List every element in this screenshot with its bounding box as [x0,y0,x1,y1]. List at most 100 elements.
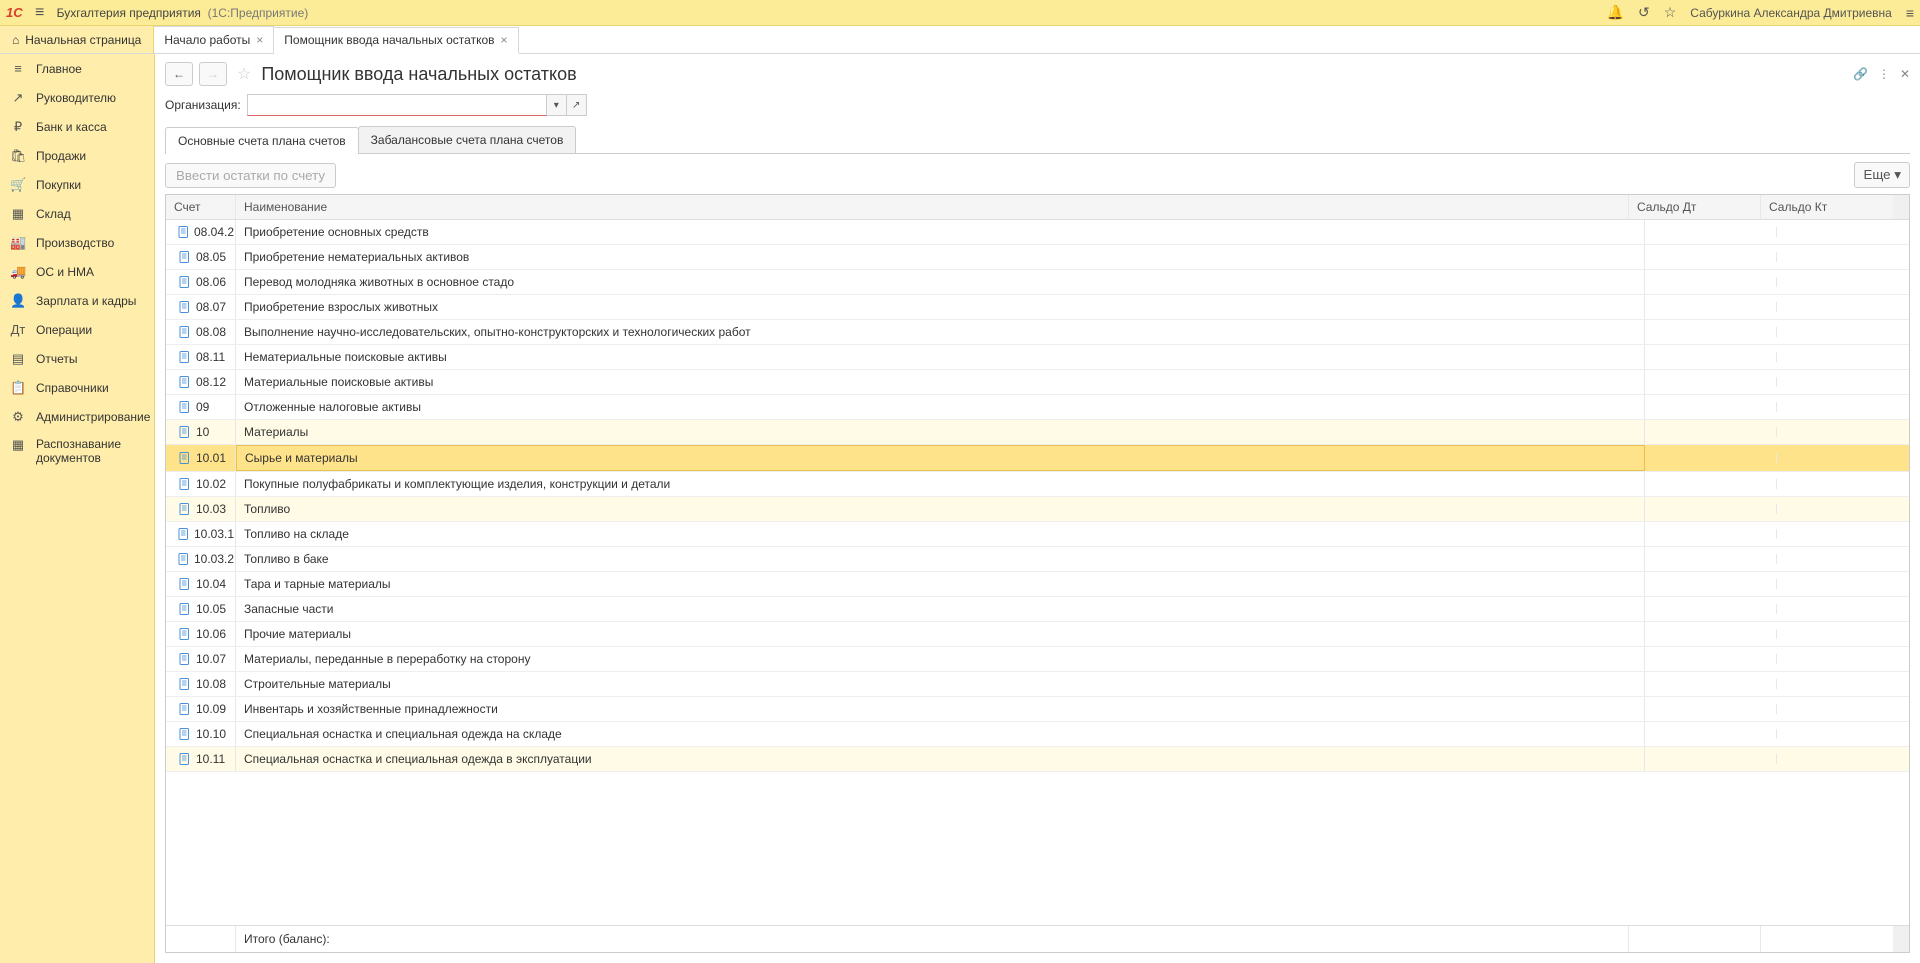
table-row[interactable]: 10.05Запасные части [166,597,1909,622]
table-row[interactable]: 10.06Прочие материалы [166,622,1909,647]
table-row[interactable]: 08.08Выполнение научно-исследовательских… [166,320,1909,345]
cell-saldo-dt [1645,579,1777,589]
sidebar-item-2[interactable]: ₽Банк и касса [0,112,154,141]
table-row[interactable]: 08.07Приобретение взрослых животных [166,295,1909,320]
cell-name: Прочие материалы [236,622,1645,646]
table-row[interactable]: 10.03.2Топливо в баке [166,547,1909,572]
document-icon [178,652,192,666]
cell-saldo-kt [1777,579,1909,589]
table-row[interactable]: 10.08Строительные материалы [166,672,1909,697]
sidebar-item-0[interactable]: ≡Главное [0,54,154,83]
username[interactable]: Сабуркина Александра Дмитриевна [1690,6,1892,20]
document-icon [178,325,192,339]
table-row[interactable]: 10.03Топливо [166,497,1909,522]
table-row[interactable]: 10.02Покупные полуфабрикаты и комплектую… [166,472,1909,497]
sidebar-item-3[interactable]: 🛍Продажи [0,141,154,170]
table-row[interactable]: 09Отложенные налоговые активы [166,395,1909,420]
th-saldo-kt[interactable]: Сальдо Кт [1761,195,1893,219]
tab-home[interactable]: ⌂ Начальная страница [0,26,154,53]
org-open-button[interactable]: ↗ [567,94,587,116]
history-icon[interactable]: ↺ [1638,4,1650,21]
cell-saldo-kt [1777,629,1909,639]
cell-saldo-kt [1777,604,1909,614]
star-icon[interactable]: ☆ [1664,4,1677,21]
favorite-star-icon[interactable]: ☆ [237,64,251,84]
document-icon [178,451,192,465]
table-row[interactable]: 08.05Приобретение нематериальных активов [166,245,1909,270]
sidebar-icon: ▤ [10,351,26,367]
document-icon [178,250,192,264]
tab-pomoshnik-vvoda[interactable]: Помощник ввода начальных остатков × [274,27,518,54]
table-row[interactable]: 08.06Перевод молодняка животных в основн… [166,270,1909,295]
nav-back-button[interactable]: ← [165,62,193,86]
sidebar-item-5[interactable]: ▦Склад [0,199,154,228]
org-dropdown-button[interactable]: ▾ [547,94,567,116]
document-icon [178,275,192,289]
cell-account: 10.08 [166,672,236,696]
table-row[interactable]: 10.07Материалы, переданные в переработку… [166,647,1909,672]
tab-label: Начало работы [164,33,250,47]
table-row[interactable]: 10Материалы [166,420,1909,445]
th-account[interactable]: Счет [166,195,236,219]
sidebar-item-8[interactable]: 👤Зарплата и кадры [0,286,154,315]
cell-name: Специальная оснастка и специальная одежд… [236,747,1645,771]
sidebar-item-6[interactable]: 🏭Производство [0,228,154,257]
cell-saldo-kt [1777,679,1909,689]
sidebar-item-10[interactable]: ▤Отчеты [0,344,154,373]
cell-name: Материалы [236,420,1645,444]
tab-nachalo-raboty[interactable]: Начало работы × [154,26,274,53]
sidebar-item-7[interactable]: 🚚ОС и НМА [0,257,154,286]
more-button[interactable]: Еще ▾ [1854,162,1910,188]
cell-account: 08.06 [166,270,236,294]
table-row[interactable]: 08.12Материальные поисковые активы [166,370,1909,395]
sidebar-item-9[interactable]: ДтОперации [0,315,154,344]
cell-name: Покупные полуфабрикаты и комплектующие и… [236,472,1645,496]
cell-name: Нематериальные поисковые активы [236,345,1645,369]
sidebar-item-12[interactable]: ⚙Администрирование [0,402,154,431]
sidebar-item-1[interactable]: ↗Руководителю [0,83,154,112]
tab-main-accounts[interactable]: Основные счета плана счетов [165,127,359,154]
page-title: Помощник ввода начальных остатков [261,64,576,85]
cell-account: 10.03.1 [166,522,236,546]
table-row[interactable]: 10.01Сырье и материалы [166,445,1909,472]
cell-account: 08.04.2 [166,220,236,244]
table-row[interactable]: 10.04Тара и тарные материалы [166,572,1909,597]
org-input[interactable] [247,94,547,116]
document-icon [178,677,192,691]
cell-saldo-dt [1645,679,1777,689]
document-icon [178,300,192,314]
tab-offbalance-accounts[interactable]: Забалансовые счета плана счетов [358,126,577,153]
app-title: Бухгалтерия предприятия (1С:Предприятие) [57,6,309,20]
cell-saldo-dt [1645,654,1777,664]
cell-name: Приобретение взрослых животных [236,295,1645,319]
link-icon[interactable]: 🔗 [1853,67,1868,81]
table-row[interactable]: 08.11Нематериальные поисковые активы [166,345,1909,370]
cell-saldo-kt [1777,352,1909,362]
table-row[interactable]: 10.10Специальная оснастка и специальная … [166,722,1909,747]
sidebar-icon: Дт [10,322,26,337]
cell-name: Тара и тарные материалы [236,572,1645,596]
th-saldo-dt[interactable]: Сальдо Дт [1629,195,1761,219]
th-name[interactable]: Наименование [236,195,1629,219]
cell-saldo-dt [1645,554,1777,564]
table-row[interactable]: 10.03.1Топливо на складе [166,522,1909,547]
table-row[interactable]: 10.09Инвентарь и хозяйственные принадлеж… [166,697,1909,722]
table-row[interactable]: 10.11Специальная оснастка и специальная … [166,747,1909,772]
close-icon[interactable]: ✕ [1900,67,1910,81]
table-row[interactable]: 08.04.2Приобретение основных средств [166,220,1909,245]
sidebar-item-4[interactable]: 🛒Покупки [0,170,154,199]
kebab-menu-icon[interactable]: ⋮ [1878,67,1890,81]
equalizer-icon[interactable]: ≡ [1906,5,1914,21]
document-icon [178,225,190,239]
bell-icon[interactable]: 🔔 [1607,4,1624,21]
sidebar-item-11[interactable]: 📋Справочники [0,373,154,402]
sidebar-item-13[interactable]: ▦Распознавание документов [0,431,154,471]
document-icon [178,502,192,516]
tab-close-icon[interactable]: × [501,33,508,47]
sidebar-icon: 📋 [10,380,26,396]
cell-saldo-kt [1777,327,1909,337]
cell-name: Топливо [236,497,1645,521]
tab-close-icon[interactable]: × [256,33,263,47]
main-menu-icon[interactable]: ≡ [29,5,51,21]
table-body[interactable]: 08.04.2Приобретение основных средств08.0… [166,220,1909,925]
